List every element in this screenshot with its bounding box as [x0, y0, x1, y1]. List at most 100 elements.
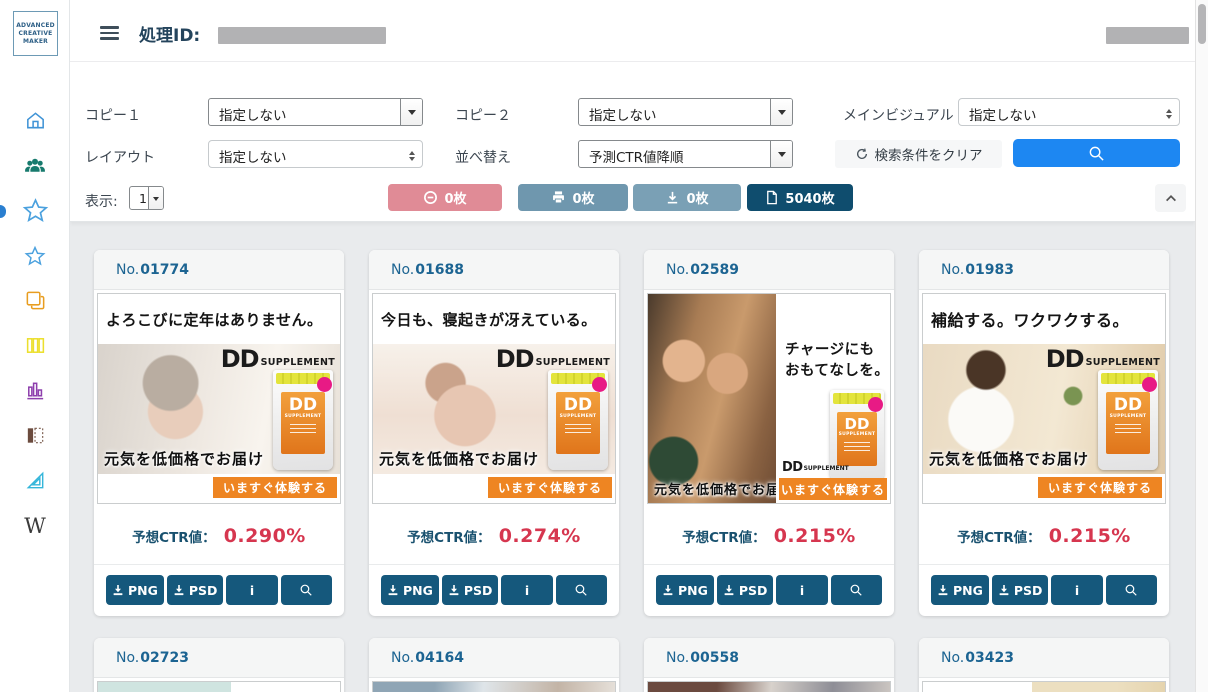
psd-download-button[interactable]: PSD: [992, 575, 1049, 605]
sidebar-item-columns[interactable]: [0, 323, 70, 368]
info-button[interactable]: i: [226, 575, 277, 605]
creative-card: No.01774 よろこびに定年はありません。 DDSUPPLEMENT DD …: [94, 250, 344, 616]
ad-cta-button: いますぐ体験する: [1038, 477, 1162, 498]
ad-thumbnail[interactable]: [647, 681, 891, 692]
preview-button[interactable]: [281, 575, 332, 605]
package-badge: [868, 397, 883, 412]
preview-button[interactable]: [831, 575, 882, 605]
star-icon: [22, 197, 49, 224]
ad-image: [98, 682, 340, 692]
sidebar-item-favorites[interactable]: [0, 188, 70, 233]
main-visual-select[interactable]: 指定しない: [958, 98, 1180, 126]
scrollbar-thumb[interactable]: [1198, 4, 1206, 44]
brand-logo: DDSUPPLEMENT: [496, 348, 610, 370]
psd-download-button[interactable]: PSD: [167, 575, 224, 605]
ad-thumbnail[interactable]: [372, 681, 616, 692]
ad-thumbnail[interactable]: [922, 681, 1166, 692]
app-logo[interactable]: ADVANCED CREATIVE MAKER: [13, 11, 58, 56]
sidebar: ADVANCED CREATIVE MAKER: [0, 0, 70, 692]
main-visual-label: メインビジュアル: [843, 105, 954, 125]
card-actions: PNG PSD i: [369, 565, 619, 616]
sidebar-item-starred[interactable]: [0, 233, 70, 278]
excluded-count-button[interactable]: 0枚: [388, 184, 502, 211]
sidebar-item-stats[interactable]: [0, 368, 70, 413]
ctr-label: 予想CTR値：: [957, 526, 1041, 546]
sidebar-item-design[interactable]: [0, 458, 70, 503]
filter-panel: コピー１ 指定しない コピー２ 指定しない メインビジュアル 指定しない レイア…: [70, 62, 1195, 222]
card-number: No.04164: [369, 638, 619, 678]
hamburger-menu-icon[interactable]: [100, 26, 119, 43]
wikipedia-w-icon: W: [24, 514, 46, 538]
search-icon: [849, 583, 863, 597]
star-outline-icon: [24, 245, 46, 267]
ad-footer: いますぐ体験する: [923, 474, 1165, 501]
search-button[interactable]: [1013, 139, 1180, 167]
collapse-panel-button[interactable]: [1155, 184, 1186, 212]
ad-thumbnail[interactable]: 今日も、寝起きが冴えている。 DDSUPPLEMENT DD SUPPLEMEN…: [372, 293, 616, 504]
ctr-value: 0.215%: [774, 525, 856, 547]
ad-thumbnail[interactable]: よろこびに定年はありません。 DDSUPPLEMENT DD SUPPLEMEN…: [97, 293, 341, 504]
vertical-scrollbar[interactable]: [1195, 0, 1208, 692]
sort-select[interactable]: 予測CTR値降順: [578, 140, 793, 168]
user-name-redacted: [1106, 27, 1189, 44]
download-icon: [387, 584, 399, 596]
display-count-select[interactable]: 1: [129, 186, 164, 210]
creative-card: No.01688 今日も、寝起きが冴えている。 DDSUPPLEMENT DD …: [369, 250, 619, 616]
ad-overlay-text: 元気を低価格でお届け: [104, 448, 264, 469]
refresh-icon: [855, 147, 869, 161]
info-button[interactable]: i: [501, 575, 552, 605]
layout-label: レイアウト: [85, 147, 155, 167]
card-number-prefix: No.: [391, 650, 414, 666]
preview-button[interactable]: [556, 575, 607, 605]
product-package: DD SUPPLEMENT: [548, 370, 608, 470]
copy1-select[interactable]: 指定しない: [208, 98, 423, 126]
card-number-prefix: No.: [941, 650, 964, 666]
copy1-label: コピー１: [85, 105, 141, 125]
card-number-prefix: No.: [666, 262, 689, 278]
sidebar-item-copies[interactable]: [0, 278, 70, 323]
sidebar-item-users[interactable]: [0, 143, 70, 188]
download-icon: [112, 584, 124, 596]
card-number: No.02589: [644, 250, 894, 290]
sidebar-item-home[interactable]: [0, 98, 70, 143]
logo-text: ADVANCED: [16, 22, 55, 30]
package-label: DD SUPPLEMENT: [1106, 392, 1150, 454]
chevron-down-icon: [770, 99, 792, 125]
copy2-label: コピー２: [455, 105, 511, 125]
png-download-button[interactable]: PNG: [381, 575, 439, 605]
ctr-label: 予想CTR値：: [132, 526, 216, 546]
copy2-select[interactable]: 指定しない: [578, 98, 793, 126]
sidebar-item-wiki[interactable]: W: [0, 503, 70, 548]
ad-overlay-text: 元気を低価格でお届け: [929, 448, 1089, 469]
card-number: No.03423: [919, 638, 1169, 678]
info-button[interactable]: i: [1051, 575, 1102, 605]
print-count-button[interactable]: 0枚: [518, 184, 628, 211]
card-actions: PNG PSD i: [644, 565, 894, 616]
psd-download-button[interactable]: PSD: [717, 575, 774, 605]
ad-headline: よろこびに定年はありません。: [98, 294, 340, 344]
png-download-button[interactable]: PNG: [106, 575, 164, 605]
ad-thumbnail[interactable]: [97, 681, 341, 692]
ad-image: [648, 682, 890, 692]
info-button[interactable]: i: [776, 575, 827, 605]
chevron-down-icon: [770, 141, 792, 167]
clear-search-button[interactable]: 検索条件をクリア: [835, 140, 1002, 168]
ad-headline: チャージにも おもてなしを。: [785, 340, 890, 382]
total-count-button[interactable]: 5040枚: [747, 184, 853, 211]
png-download-button[interactable]: PNG: [931, 575, 989, 605]
preview-button[interactable]: [1106, 575, 1157, 605]
psd-download-button[interactable]: PSD: [442, 575, 499, 605]
download-count-button[interactable]: 0枚: [633, 184, 741, 211]
ctr-row: 予想CTR値： 0.215%: [644, 507, 894, 565]
layout-select[interactable]: 指定しない: [208, 140, 423, 168]
ad-thumbnail[interactable]: 補給する。ワクワクする。 DDSUPPLEMENT DD SUPPLEMENT …: [922, 293, 1166, 504]
png-download-button[interactable]: PNG: [656, 575, 714, 605]
card-number-value: 00558: [690, 650, 739, 666]
ad-image: 元気を低価格でお届け: [648, 294, 776, 503]
home-icon: [24, 109, 47, 132]
ad-thumbnail[interactable]: 元気を低価格でお届け チャージにも おもてなしを。 DD SUPPL: [647, 293, 891, 504]
card-number-value: 01983: [965, 262, 1014, 278]
chevron-down-icon: [400, 99, 422, 125]
package-label: DD SUPPLEMENT: [556, 392, 600, 454]
sidebar-item-layout[interactable]: [0, 413, 70, 458]
